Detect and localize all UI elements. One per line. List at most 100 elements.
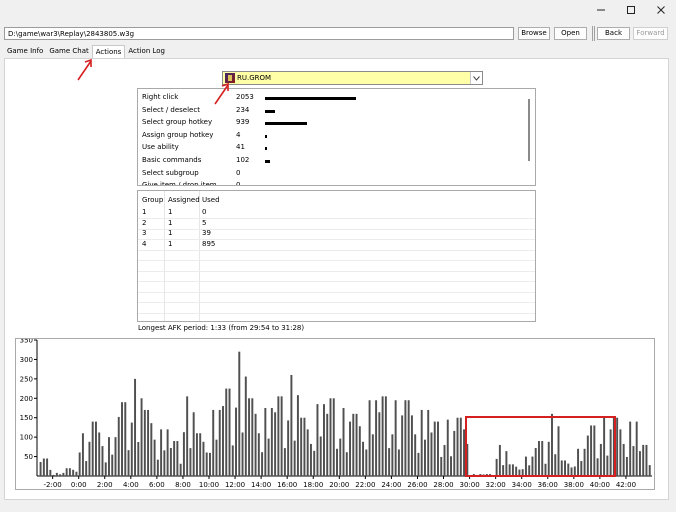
activity-bar — [65, 468, 68, 476]
action-row[interactable]: Assign group hotkey 4 — [142, 130, 522, 142]
column-header-group[interactable]: Group — [142, 196, 163, 204]
action-row[interactable]: Select group hotkey 939 — [142, 117, 522, 129]
chevron-down-icon[interactable] — [470, 72, 482, 84]
player-select[interactable]: RU.GROM — [222, 71, 483, 85]
activity-bar — [244, 376, 247, 476]
group-assigned-cell: 1 — [168, 208, 173, 216]
activity-bar — [414, 434, 417, 476]
action-row[interactable]: Right click 2053 — [142, 92, 522, 104]
activity-bar — [108, 437, 110, 476]
activity-bar — [287, 420, 290, 476]
activity-bar — [283, 448, 286, 476]
back-button[interactable]: Back — [597, 27, 630, 40]
activity-bar — [342, 408, 345, 476]
activity-bar — [150, 423, 153, 476]
activity-bar — [91, 421, 94, 476]
group-assigned-cell: 1 — [168, 218, 173, 227]
activity-bar — [52, 474, 55, 476]
annotation-highlight-box — [465, 416, 616, 477]
activity-bar — [117, 416, 120, 476]
activity-bar — [104, 462, 107, 476]
action-label: Select / deselect — [142, 105, 200, 114]
x-tick-label: 24:00 — [381, 481, 401, 489]
activity-bar — [427, 409, 430, 476]
forward-button[interactable]: Forward — [633, 27, 668, 40]
browse-button[interactable]: Browse — [518, 27, 550, 40]
activity-bar — [388, 448, 391, 476]
activity-bar — [309, 443, 312, 476]
action-label: Basic commands — [142, 156, 202, 164]
activity-bar — [332, 398, 335, 476]
action-row[interactable]: Select subgroup 0 — [142, 168, 522, 180]
action-row[interactable]: Basic commands 102 — [142, 155, 522, 167]
activity-bar — [616, 417, 619, 476]
activity-bar — [625, 456, 628, 476]
activity-bar — [365, 449, 368, 476]
activity-bar — [228, 388, 231, 476]
minimize-icon[interactable] — [586, 0, 616, 20]
group-number-cell: 4 — [142, 239, 147, 248]
activity-bar — [648, 465, 651, 476]
activity-bar — [410, 415, 413, 476]
activity-bar — [261, 452, 264, 476]
activity-bar — [225, 388, 228, 476]
x-tick-label: 14:00 — [251, 481, 271, 489]
close-icon[interactable] — [646, 0, 676, 20]
activity-bar — [235, 407, 238, 476]
activity-bar — [277, 396, 280, 476]
action-row[interactable]: Give item / drop item 0 — [142, 180, 522, 185]
annotation-arrow — [77, 58, 92, 81]
activity-bar — [300, 417, 303, 476]
action-count: 2053 — [236, 93, 254, 101]
tab-action-log[interactable]: Action Log — [125, 45, 168, 58]
y-tick-label: 200 — [20, 395, 33, 403]
action-row[interactable]: Select / deselect 234 — [142, 105, 522, 117]
x-tick-label: 28:00 — [433, 481, 453, 489]
y-tick-label: 300 — [20, 356, 33, 364]
row-divider — [138, 228, 535, 230]
open-button[interactable]: Open — [554, 27, 587, 40]
path-input[interactable]: D:\game\war3\Replay\2843805.w3g — [4, 27, 514, 40]
activity-bar — [94, 421, 97, 476]
activity-bar — [156, 459, 159, 476]
activity-bar — [642, 444, 645, 476]
activity-bar — [274, 412, 277, 476]
activity-bar — [137, 442, 140, 476]
activity-bar — [267, 438, 270, 476]
activity-bar — [251, 398, 254, 476]
activity-bar — [62, 472, 65, 476]
activity-bar — [192, 412, 195, 476]
activity-bar — [313, 450, 316, 476]
activity-bar — [440, 456, 443, 476]
tab-game-info[interactable]: Game Info — [4, 45, 46, 58]
row-divider — [138, 302, 535, 303]
activity-bar — [111, 454, 114, 476]
activity-bar — [176, 441, 179, 476]
column-header-assigned[interactable]: Assigned — [168, 196, 200, 204]
activity-bar — [433, 421, 436, 476]
activity-bar — [323, 404, 325, 476]
activity-bar — [306, 429, 309, 476]
activity-bar — [101, 446, 104, 476]
activity-bar — [375, 400, 378, 476]
activity-bar — [443, 445, 446, 476]
action-row[interactable]: Use ability 41 — [142, 142, 522, 154]
activity-bar — [153, 439, 156, 476]
x-tick-label: 34:00 — [512, 481, 532, 489]
row-divider — [138, 270, 535, 272]
activity-bar — [619, 429, 622, 476]
x-tick-label: 0:00 — [71, 481, 87, 489]
action-count: 4 — [236, 130, 241, 139]
column-header-used[interactable]: Used — [202, 196, 220, 204]
vertical-scrollbar[interactable] — [528, 99, 530, 161]
activity-bar — [635, 421, 638, 476]
activity-bar — [437, 421, 439, 476]
x-tick-label: 16:00 — [277, 481, 297, 489]
activity-bar — [248, 398, 251, 476]
group-number-cell: 1 — [142, 208, 147, 216]
activity-bar — [336, 448, 338, 476]
toolbar-separator — [594, 26, 595, 41]
afk-period-text: Longest AFK period: 1:33 (from 29:54 to … — [138, 324, 305, 332]
activity-bar — [450, 456, 452, 476]
maximize-icon[interactable] — [616, 0, 646, 20]
